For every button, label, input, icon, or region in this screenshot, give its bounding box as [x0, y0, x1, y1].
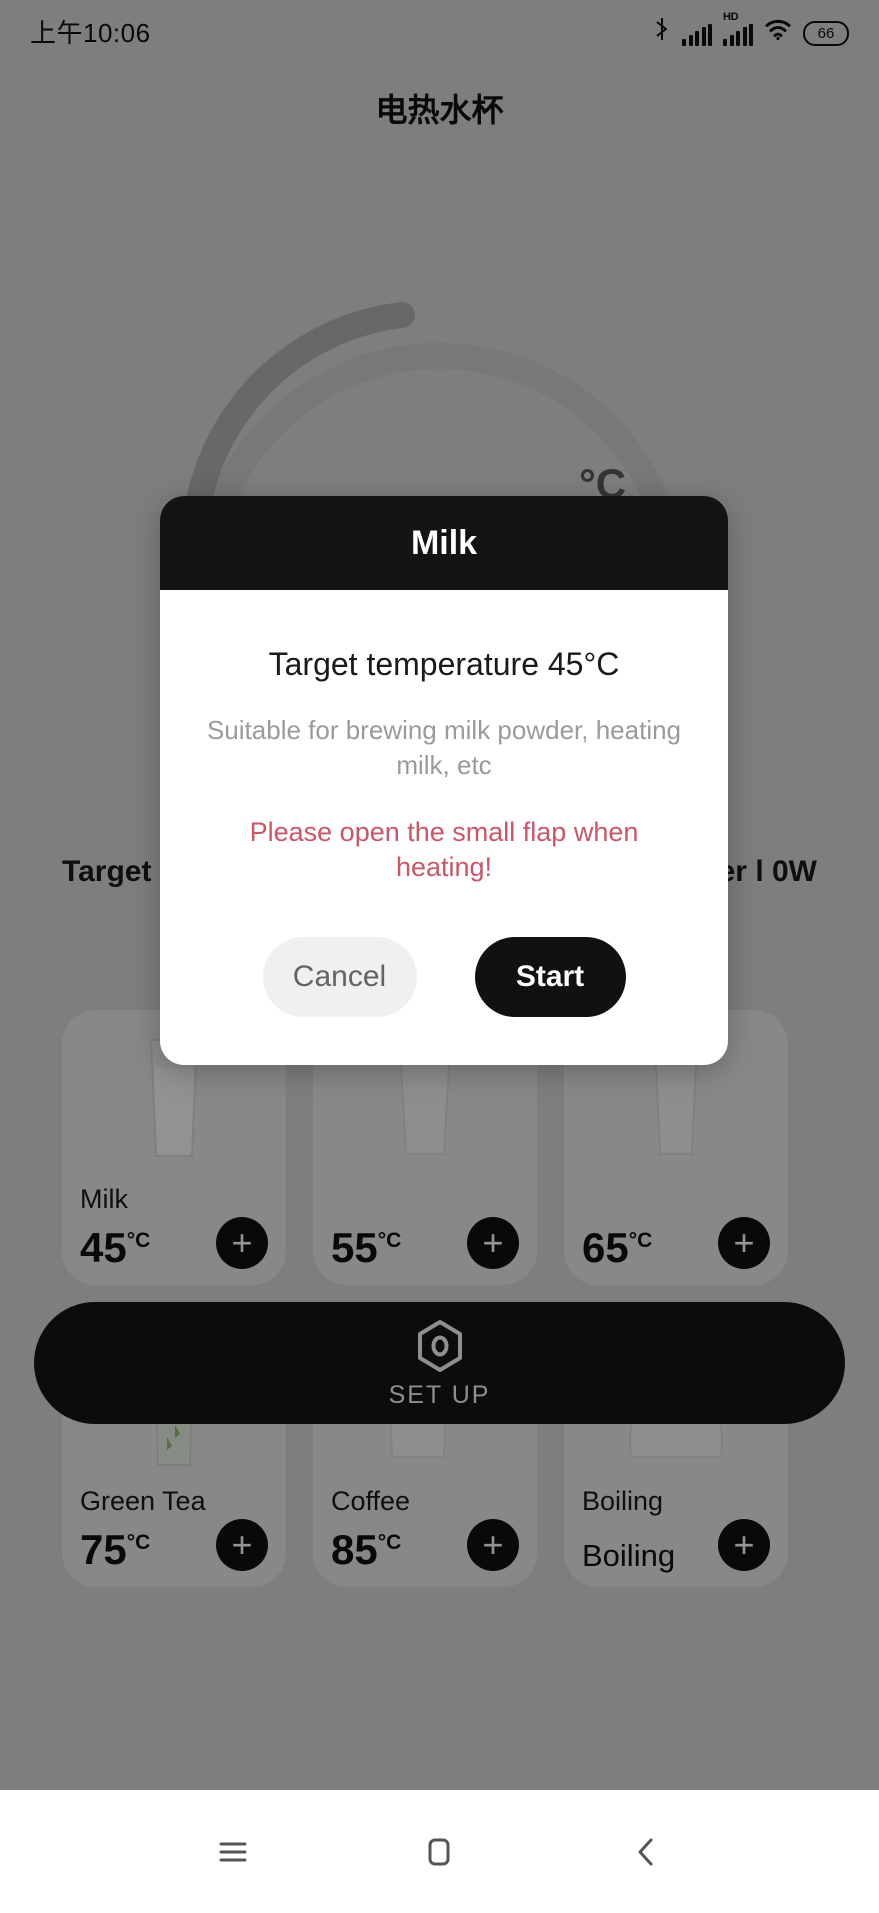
preset-temp: 75°C — [80, 1526, 151, 1573]
preset-grid: Milk 45°C + 55°C + 65°C + Green Tea 75°C… — [62, 1010, 817, 1587]
menu-icon[interactable] — [198, 1817, 268, 1887]
preset-temp: 65°C — [582, 1224, 653, 1271]
preset-bottom: 65°C + — [582, 1217, 770, 1269]
preset-add-button[interactable]: + — [216, 1519, 268, 1571]
preset-name: Boiling — [582, 1486, 664, 1516]
set-up-label: SET UP — [388, 1380, 491, 1409]
home-square-icon[interactable] — [404, 1817, 474, 1887]
android-navigation-bar — [0, 1790, 879, 1913]
dialog-header: Milk — [160, 496, 728, 590]
phone-screen: 上午10:06 HD 66 电热水杯 °C Target Power l 0W … — [0, 0, 879, 1913]
preset-bottom: 75°C + — [80, 1519, 268, 1571]
preset-add-button[interactable]: + — [467, 1217, 519, 1269]
preset-bottom: 85°C + — [331, 1519, 519, 1571]
dialog-warning: Please open the small flap when heating! — [249, 817, 639, 883]
preset-add-button[interactable]: + — [467, 1519, 519, 1571]
preset-temp: 85°C — [331, 1526, 402, 1573]
hd-signal-icon: HD — [723, 11, 753, 46]
preset-bottom: 55°C + — [331, 1217, 519, 1269]
preset-bottom: Boiling + — [582, 1519, 770, 1571]
dialog-actions: Cancel Start — [160, 885, 728, 1065]
preset-temp: Boiling — [582, 1538, 676, 1573]
status-time: 上午10:06 — [30, 17, 151, 48]
preset-temp: 45°C — [80, 1224, 151, 1271]
target-label: Target — [62, 855, 152, 888]
start-button[interactable]: Start — [474, 937, 626, 1018]
preset-name: Green Tea — [80, 1486, 206, 1516]
wifi-icon — [764, 17, 792, 46]
preset-add-button[interactable]: + — [718, 1217, 770, 1269]
hexagon-power-icon — [411, 1317, 469, 1375]
status-icons-group: HD 66 — [653, 11, 849, 46]
preset-add-button[interactable]: + — [718, 1519, 770, 1571]
preset-bottom: 45°C + — [80, 1217, 268, 1269]
set-up-button[interactable]: SET UP — [34, 1302, 845, 1424]
milk-preset-dialog: Milk Target temperature 45°C Suitable fo… — [160, 496, 728, 1066]
dialog-description: Suitable for brewing milk powder, heatin… — [206, 715, 682, 781]
dialog-target-temperature: Target temperature 45°C — [268, 646, 620, 682]
preset-add-button[interactable]: + — [216, 1217, 268, 1269]
hd-label: HD — [723, 10, 739, 23]
preset-temp: 55°C — [331, 1224, 402, 1271]
preset-name: Milk — [80, 1184, 128, 1214]
status-bar: 上午10:06 HD 66 — [0, 0, 879, 62]
preset-name: Coffee — [331, 1486, 411, 1516]
battery-level: 66 — [817, 24, 835, 42]
back-chevron-icon[interactable] — [611, 1817, 681, 1887]
bluetooth-icon — [653, 17, 671, 46]
dialog-title: Milk — [410, 523, 478, 562]
battery-icon: 66 — [803, 20, 849, 46]
signal-icon — [682, 23, 712, 46]
cancel-button[interactable]: Cancel — [262, 937, 417, 1018]
dialog-body: Target temperature 45°C Suitable for bre… — [160, 590, 728, 885]
page-title: 电热水杯 — [375, 92, 504, 128]
